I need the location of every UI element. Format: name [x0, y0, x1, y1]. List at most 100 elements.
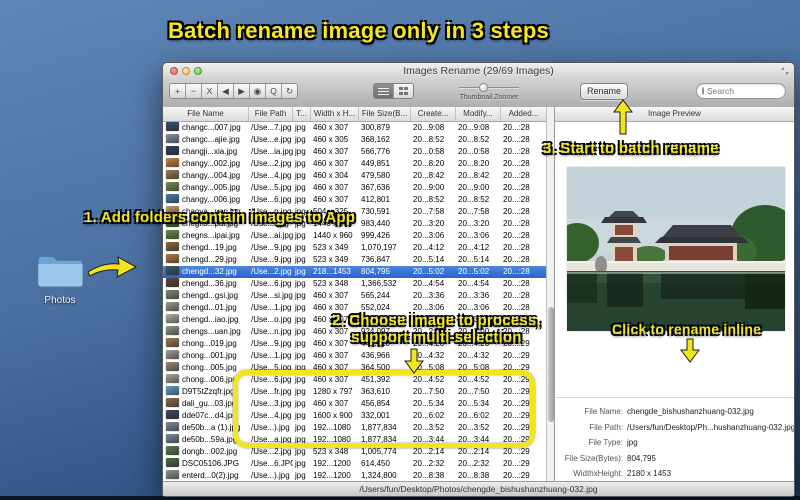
cell-path: /Use...n.jpg	[251, 327, 292, 336]
grid-icon	[399, 87, 408, 95]
add-button[interactable]: +	[170, 84, 186, 98]
delete-button[interactable]: X	[202, 84, 218, 98]
table-row[interactable]: changy...004.jpg/Use...4.jpg jpg 460 x 304…	[163, 170, 546, 182]
file-thumbnail	[166, 242, 179, 251]
magnifier-button[interactable]: Q	[266, 84, 282, 98]
photos-folder[interactable]: Photos	[36, 252, 84, 314]
cell-path: /Use...9.jpg	[251, 243, 292, 252]
cell-path: /Use...9.jpg	[251, 255, 292, 264]
cell-path: /Use...6.jpg	[251, 279, 292, 288]
refresh-button[interactable]: ↻	[282, 84, 297, 98]
cell-name: chengd...01.jpg	[163, 302, 249, 314]
file-thumbnail	[166, 182, 179, 191]
column-header-size[interactable]: File Size(B...	[359, 107, 411, 121]
cell-dims: 460 x 307	[313, 159, 349, 168]
previous-button[interactable]: ◀	[218, 84, 234, 98]
grid-view-button[interactable]	[393, 84, 413, 98]
cell-path: /Use...7.jpg	[251, 123, 292, 132]
cell-create: 20...8:20	[413, 159, 445, 168]
cell-size: 565,244	[361, 291, 390, 300]
banner-annotation: Batch rename image only in 3 steps	[168, 18, 549, 43]
preview-pane: Image Preview File Name: chengde_bishush…	[554, 107, 794, 494]
table-row[interactable]: chong...001.jpg/Use...1.jpg jpg 460 x 307 4…	[163, 350, 546, 362]
rename-inline-arrow-icon	[680, 338, 700, 363]
table-row[interactable]: chegns...ipai.jpg/Use...ai.jpg jpg 1440 x …	[163, 230, 546, 242]
column-header-modify[interactable]: Modify...	[456, 107, 501, 121]
cell-modify: 20...2:32	[458, 459, 490, 468]
table-row[interactable]: chengd...29.jpg/Use...9.jpg jpg 523 x 349 7…	[163, 254, 546, 266]
cell-name: chengd...36.jpg	[163, 278, 249, 290]
search-icon	[702, 87, 704, 95]
cell-type: jpg	[295, 351, 306, 360]
zoomer-slider-track[interactable]	[459, 83, 519, 92]
file-thumbnail	[166, 398, 179, 407]
cell-create: 20...2:32	[413, 459, 445, 468]
search-input[interactable]	[704, 86, 800, 96]
cell-dims: 460 x 304	[313, 171, 349, 180]
cell-path: /Use...2.jpg	[251, 267, 292, 276]
table-scrollbar[interactable]	[546, 107, 554, 482]
preview-button[interactable]: ◉	[250, 84, 266, 98]
column-header-type[interactable]: T...	[293, 107, 311, 121]
field-value: jpg	[627, 438, 638, 448]
column-header-path[interactable]: File Path	[249, 107, 293, 121]
table-row[interactable]: chengd...gsi.jpg/Use...si.jpg jpg 460 x 30…	[163, 290, 546, 302]
cell-path: /Use...6.JPG	[251, 459, 293, 468]
resize-icon[interactable]	[781, 67, 789, 75]
cell-size: 730,591	[361, 207, 390, 216]
column-header-dims[interactable]: Width x H...	[311, 107, 359, 121]
cell-dims: 523 x 349	[313, 255, 349, 264]
cell-type: jpg	[295, 231, 306, 240]
table-row[interactable]: chengd...36.jpg/Use...6.jpg jpg 523 x 348 1…	[163, 278, 546, 290]
table-row[interactable]: DSC05106.JPG/Use...6.JPG jpg 192...1200 614…	[163, 458, 546, 470]
cell-path: /Use...2.jpg	[251, 159, 292, 168]
table-row[interactable]: changc...ajie.jpg/Use...e.jpg jpg 460 x 30…	[163, 134, 546, 146]
cell-path: /Use...e.jpg	[251, 135, 292, 144]
table-row[interactable]: chengd...19.jpg/Use...9.jpg jpg 523 x 349 1…	[163, 242, 546, 254]
cell-added: 20...:28	[503, 267, 530, 276]
remove-button[interactable]: −	[186, 84, 202, 98]
field-value[interactable]: chengde_bishushanzhuang-032.jpg	[627, 407, 794, 416]
step2-annotation: 2. Choose image to process, support mult…	[332, 312, 541, 346]
file-thumbnail	[166, 350, 179, 359]
column-header-create[interactable]: Create...	[411, 107, 456, 121]
title-bar[interactable]: Images Rename (29/69 Images)	[163, 63, 794, 80]
cell-added: 20...:28	[503, 147, 530, 156]
table-row[interactable]: changy...005.jpg/Use...5.jpg jpg 460 x 307…	[163, 182, 546, 194]
table-row[interactable]: chengd...32.jpg/Use...2.jpg jpg 218...1453…	[163, 266, 546, 278]
rename-button[interactable]: Rename	[580, 83, 628, 100]
preview-pane-title: Image Preview	[555, 107, 794, 122]
cell-size: 300,879	[361, 123, 390, 132]
file-thumbnail	[166, 446, 179, 455]
cell-create: 20...5:14	[413, 255, 445, 264]
cell-name: changy...002.jpg	[163, 158, 249, 170]
step3-arrow-icon	[613, 99, 633, 135]
column-header-name[interactable]: File Name	[163, 107, 249, 121]
next-button[interactable]: ▶	[234, 84, 250, 98]
cell-dims: 218...1453	[313, 267, 351, 276]
cell-create: 20...0:58	[413, 147, 445, 156]
column-header-added[interactable]: Added...	[501, 107, 546, 121]
cell-name: chengd...19.jpg	[163, 242, 249, 254]
table-row[interactable]: changy...002.jpg/Use...2.jpg jpg 460 x 307…	[163, 158, 546, 170]
file-thumbnail	[166, 326, 179, 335]
cell-create: 20...8:42	[413, 171, 445, 180]
cell-modify: 20...3:06	[458, 231, 490, 240]
preview-field: WidthxHeight: 2180 x 1453	[555, 466, 794, 482]
cell-modify: 20...4:32	[458, 351, 490, 360]
zoomer-slider-knob[interactable]	[479, 83, 488, 92]
table-row[interactable]: changy...006.jpg/Use...6.jpg jpg 460 x 307…	[163, 194, 546, 206]
cell-modify: 20...9:00	[458, 183, 490, 192]
table-row[interactable]: changc...007.jpg/Use...7.jpg jpg 460 x 307…	[163, 122, 546, 134]
cell-added: 20...:28	[503, 195, 530, 204]
cell-modify: 20...8:42	[458, 171, 490, 180]
file-thumbnail	[166, 434, 179, 443]
file-thumbnail	[166, 230, 179, 239]
table-row[interactable]: changji...xia.jpg/Use...ia.jpg jpg 460 x 3…	[163, 146, 546, 158]
file-thumbnail	[166, 170, 179, 179]
cell-added: 20...:28	[503, 219, 530, 228]
file-thumbnail	[166, 386, 179, 395]
list-view-button[interactable]	[374, 84, 393, 98]
cell-path: /Use...1.jpg	[251, 351, 292, 360]
cell-path: /Use...9.jpg	[251, 339, 292, 348]
